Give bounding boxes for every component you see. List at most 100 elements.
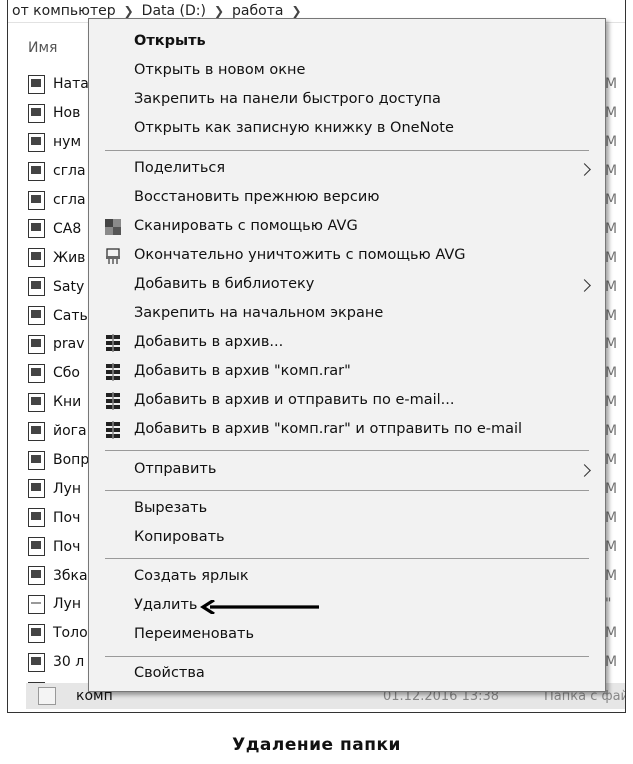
menu-item-open-new-window[interactable]: Открыть в новом окне	[134, 62, 305, 78]
word-doc-icon	[28, 537, 45, 557]
file-type-fragment: M	[605, 423, 618, 440]
word-doc-icon	[28, 219, 45, 239]
menu-item-avg-scan[interactable]: Сканировать с помощью AVG	[134, 218, 358, 234]
avg-shredder-icon	[106, 248, 120, 264]
file-type-fragment: M	[605, 163, 618, 180]
word-doc-icon	[28, 392, 45, 412]
file-name: 3бка	[53, 567, 88, 584]
menu-item-archive-email[interactable]: Добавить в архив и отправить по e-mail..…	[134, 392, 455, 408]
menu-item-add-archive-named[interactable]: Добавить в архив "комп.rar"	[134, 363, 351, 379]
menu-item-rename[interactable]: Переименовать	[134, 626, 254, 642]
menu-item-delete[interactable]: Удалить	[134, 597, 197, 613]
file-type-fragment: M	[605, 394, 618, 411]
menu-item-restore-version[interactable]: Восстановить прежнюю версию	[134, 189, 379, 205]
word-doc-icon	[28, 190, 45, 210]
file-name: 30 л	[53, 654, 85, 671]
winrar-icon	[106, 334, 120, 352]
file-type-fragment: M	[605, 249, 618, 266]
file-name: нум	[53, 134, 81, 151]
breadcrumb-item-folder[interactable]: работа	[232, 3, 283, 19]
winrar-icon	[106, 421, 120, 439]
word-doc-icon	[28, 479, 45, 499]
file-name: йога	[53, 423, 87, 440]
file-type-fragment: M	[605, 192, 618, 208]
chevron-right-icon: ❯	[291, 4, 302, 18]
menu-item-open-onenote[interactable]: Открыть как записную книжку в OneNote	[134, 120, 454, 136]
file-name: сгла	[53, 192, 86, 208]
word-doc-icon	[28, 566, 45, 586]
menu-separator	[105, 490, 589, 491]
file-type-fragment: M	[605, 336, 618, 353]
file-name: Saty	[53, 278, 85, 295]
winrar-icon	[106, 392, 120, 410]
menu-separator	[105, 558, 589, 559]
menu-item-open[interactable]: Открыть	[134, 33, 206, 49]
word-doc-icon	[28, 363, 45, 383]
menu-item-add-to-library[interactable]: Добавить в библиотеку	[134, 276, 314, 292]
file-type-fragment: M	[605, 654, 618, 671]
word-doc-icon	[28, 74, 45, 94]
file-name: CA8	[53, 220, 82, 237]
file-type-fragment: M	[605, 307, 618, 324]
file-type-fragment: M	[605, 365, 618, 382]
menu-item-avg-shred[interactable]: Окончательно уничтожить с помощью AVG	[134, 247, 465, 263]
file-type-fragment: M	[605, 567, 618, 584]
word-doc-icon	[28, 161, 45, 181]
menu-item-send-to[interactable]: Отправить	[134, 461, 216, 477]
file-name: Жив	[53, 249, 86, 266]
winrar-icon	[106, 363, 120, 381]
file-type-fragment: M	[605, 480, 618, 497]
file-name: prav	[53, 336, 85, 353]
breadcrumb-item-computer[interactable]: от компьютер	[12, 3, 116, 19]
menu-item-cut[interactable]: Вырезать	[134, 500, 207, 516]
file-name: Лун	[53, 596, 81, 613]
file-name: Ната	[53, 76, 89, 93]
word-doc-icon	[28, 508, 45, 528]
file-type-fragment: M	[605, 538, 618, 555]
file-type-fragment: M	[605, 625, 618, 642]
menu-item-create-shortcut[interactable]: Создать ярлык	[134, 568, 249, 584]
file-name: Лун	[53, 480, 81, 497]
menu-item-archive-named-email[interactable]: Добавить в архив "комп.rar" и отправить …	[134, 421, 522, 437]
word-doc-icon	[28, 248, 45, 268]
chevron-right-icon: ❯	[123, 4, 134, 18]
menu-item-pin-quick-access[interactable]: Закрепить на панели быстрого доступа	[134, 91, 441, 107]
word-doc-icon	[28, 277, 45, 297]
file-type-fragment: M	[605, 134, 618, 151]
menu-separator	[105, 150, 589, 151]
chevron-right-icon	[578, 163, 591, 176]
word-doc-icon	[28, 132, 45, 152]
word-doc-icon	[28, 103, 45, 123]
menu-item-copy[interactable]: Копировать	[134, 529, 225, 545]
menu-item-share[interactable]: Поделиться	[134, 160, 225, 176]
file-name: Нов	[53, 105, 81, 122]
avg-scan-icon	[105, 219, 121, 235]
text-doc-icon	[28, 594, 45, 614]
breadcrumb-item-drive[interactable]: Data (D:)	[142, 3, 206, 19]
pointer-arrow-icon	[200, 600, 319, 614]
menu-item-pin-start[interactable]: Закрепить на начальном экране	[134, 305, 383, 321]
file-name: сгла	[53, 163, 86, 180]
context-menu: Открыть Открыть в новом окне Закрепить н…	[88, 18, 606, 692]
file-name: Сать	[53, 307, 88, 324]
menu-separator	[105, 656, 589, 657]
file-name: Вопр	[53, 452, 90, 469]
file-type-fragment: M	[605, 452, 618, 469]
file-name: Толо	[53, 625, 88, 642]
file-type-fragment: M	[605, 220, 618, 237]
menu-separator	[105, 450, 589, 451]
menu-item-add-archive[interactable]: Добавить в архив...	[134, 334, 283, 350]
word-doc-icon	[28, 306, 45, 326]
chevron-right-icon	[578, 279, 591, 292]
column-header-name[interactable]: Имя	[28, 40, 57, 56]
word-doc-icon	[28, 652, 45, 672]
menu-item-properties[interactable]: Свойства	[134, 665, 205, 681]
file-type-fragment: M	[605, 105, 618, 122]
file-type-fragment: M	[605, 76, 618, 93]
word-doc-icon	[28, 450, 45, 470]
file-type-fragment: M	[605, 509, 618, 526]
word-doc-icon	[28, 334, 45, 354]
word-doc-icon	[28, 623, 45, 643]
file-name: Сбо	[53, 365, 80, 382]
folder-icon	[38, 687, 56, 705]
